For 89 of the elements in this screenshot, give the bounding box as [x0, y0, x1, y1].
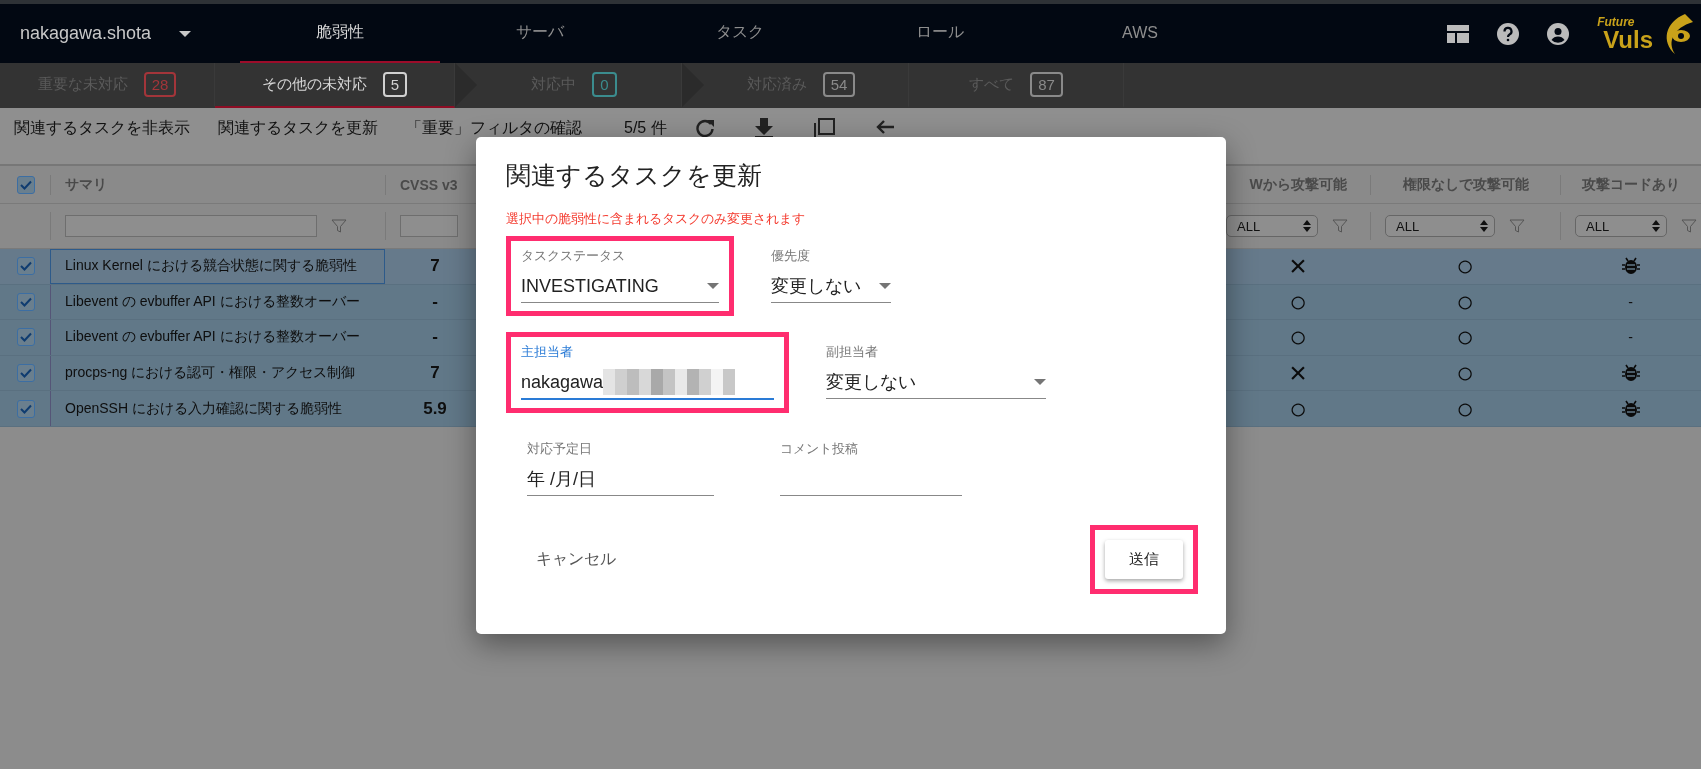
check-icon: [20, 296, 32, 307]
status-mark: ○: [1287, 286, 1309, 317]
account-icon[interactable]: [1547, 22, 1570, 45]
layout-icon[interactable]: [1447, 24, 1470, 43]
input-field[interactable]: 主担当者 nakagawa: [506, 332, 789, 413]
date-field[interactable]: 対応予定日 年 /月/日: [512, 429, 729, 509]
nav-tab[interactable]: タスク: [640, 4, 840, 63]
checkbox[interactable]: [17, 292, 35, 311]
bug-icon: [1621, 399, 1640, 418]
field-label: 副担当者: [826, 343, 879, 361]
submit-button[interactable]: 送信: [1105, 540, 1183, 579]
caret-icon: [707, 283, 719, 289]
nav-tab[interactable]: サーバ: [440, 4, 640, 63]
dialog-title: 関連するタスクを更新: [506, 160, 763, 191]
back-arrow-icon[interactable]: [874, 118, 895, 136]
status-mark: ○: [1454, 286, 1476, 317]
checkbox[interactable]: [17, 257, 35, 276]
nav-tab[interactable]: ロール: [840, 4, 1040, 63]
table-cell-text: -: [1627, 329, 1634, 346]
check-icon: [20, 403, 32, 414]
status-mark: ×: [1288, 251, 1308, 282]
toolbar-action[interactable]: 関連するタスクを非表示: [14, 118, 190, 139]
bug-icon: [1621, 257, 1640, 276]
filter-icon[interactable]: [1509, 218, 1525, 234]
field-label: 優先度: [771, 247, 811, 265]
check-icon: [20, 332, 32, 343]
check-icon: [20, 368, 32, 379]
input-field[interactable]: コメント投稿: [765, 429, 977, 509]
checkbox[interactable]: [17, 364, 35, 383]
tab-label: その他の未対応: [261, 75, 367, 94]
table-cell[interactable]: Libevent の evbuffer API における整数オーバー: [50, 284, 385, 320]
filter-field[interactable]: [65, 215, 317, 237]
copy-icon[interactable]: [812, 118, 835, 140]
download-icon[interactable]: [754, 118, 773, 138]
status-mark: ○: [1454, 251, 1476, 282]
filter-select[interactable]: ALL: [1226, 215, 1318, 237]
checkbox[interactable]: [17, 175, 35, 194]
score-cell-text: 7: [429, 363, 441, 384]
table-cell[interactable]: procps-ng における認可・権限・アクセス制御: [50, 355, 385, 391]
count-badge: 54: [822, 72, 856, 97]
refresh-icon[interactable]: [694, 118, 715, 138]
count-badge: 28: [143, 72, 177, 97]
select-field[interactable]: 副担当者 変更しない: [811, 332, 1061, 412]
select-field[interactable]: タスクステータス INVESTIGATING: [506, 236, 734, 316]
result-count: 5/5 件: [624, 118, 667, 138]
caret-icon[interactable]: [179, 30, 192, 37]
checkbox[interactable]: [17, 328, 35, 347]
bug-icon: [1621, 364, 1640, 383]
warning-text: 選択中の脆弱性に含まれるタスクのみ変更されます: [506, 210, 806, 228]
table-cell-text: -: [1627, 293, 1634, 310]
filter-field[interactable]: [400, 215, 458, 237]
cancel-button[interactable]: キャンセル: [520, 541, 632, 578]
filter-icon[interactable]: [331, 218, 347, 234]
table-cell[interactable]: Libevent の evbuffer API における整数オーバー: [50, 320, 385, 355]
score-cell-text: 7: [429, 256, 441, 277]
toolbar-action[interactable]: 関連するタスクを更新: [218, 118, 378, 139]
status-mark: ○: [1287, 322, 1309, 353]
select-field[interactable]: 優先度 変更しない: [756, 236, 906, 316]
field-label: コメント投稿: [780, 440, 859, 458]
table-cell[interactable]: OpenSSH における入力確認に関する脆弱性: [50, 391, 385, 426]
score-cell-text: -: [431, 327, 439, 348]
filter-icon[interactable]: [1681, 218, 1697, 234]
help-icon[interactable]: [1497, 22, 1520, 45]
status-mark: ○: [1454, 322, 1476, 353]
count-badge: 5: [382, 72, 408, 97]
status-mark: ○: [1287, 393, 1309, 424]
caret-icon: [879, 283, 891, 289]
count-badge: 87: [1030, 72, 1063, 97]
toolbar-action[interactable]: 「重要」フィルタの確認: [406, 118, 582, 139]
field-label: タスクステータス: [521, 247, 626, 265]
status-mark: ○: [1454, 358, 1476, 389]
filter-select[interactable]: ALL: [1385, 215, 1495, 237]
check-icon: [20, 261, 32, 272]
nav-tab[interactable]: AWS: [1040, 4, 1240, 63]
filter-icon[interactable]: [1332, 218, 1348, 234]
caret-icon: [1034, 379, 1046, 385]
score-cell-text: 5.9: [422, 398, 448, 419]
count-badge: 0: [592, 72, 617, 97]
score-cell-text: -: [431, 291, 439, 312]
field-label: 対応予定日: [527, 440, 593, 458]
field-label: 主担当者: [521, 343, 574, 361]
check-icon: [20, 179, 32, 190]
logo[interactable]: Future Vuls: [1597, 11, 1695, 56]
filter-select[interactable]: ALL: [1575, 215, 1667, 237]
status-mark: ×: [1288, 358, 1308, 389]
status-mark: ○: [1454, 393, 1476, 424]
user-name[interactable]: nakagawa.shota: [20, 23, 152, 44]
table-cell[interactable]: Linux Kernel における競合状態に関する脆弱性: [50, 249, 385, 284]
checkbox[interactable]: [17, 399, 35, 418]
